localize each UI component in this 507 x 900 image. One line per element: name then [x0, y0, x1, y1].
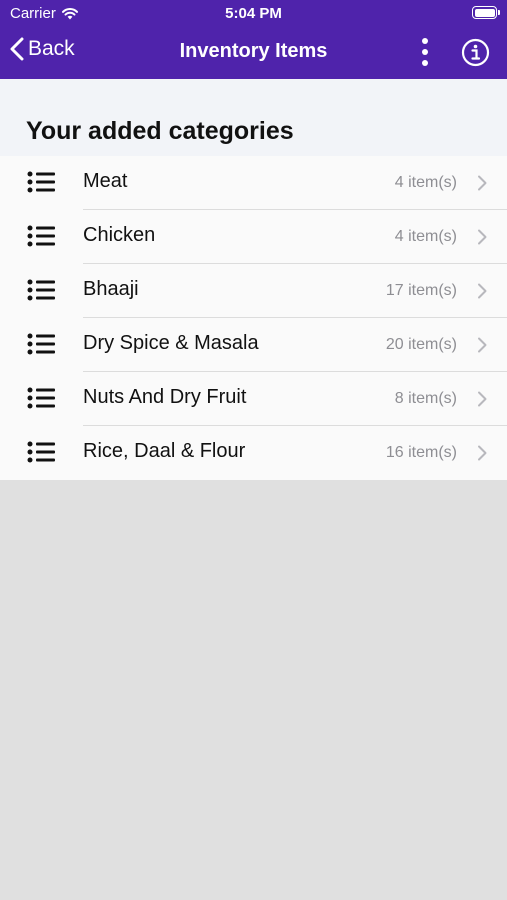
status-time: 5:04 PM	[225, 5, 282, 22]
chevron-right-icon	[478, 175, 487, 191]
category-item-count: 4 item(s)	[394, 174, 457, 191]
info-button[interactable]	[461, 38, 490, 67]
chevron-right-icon	[478, 391, 487, 407]
category-list: Meat 4 item(s) Chicken 4 item(s) Bhaaji …	[0, 156, 507, 480]
chevron-right-icon	[478, 229, 487, 245]
category-item-count: 20 item(s)	[385, 336, 457, 353]
category-item-count: 17 item(s)	[385, 282, 457, 299]
categories-panel: Your added categories Meat 4 item(s) Chi…	[0, 79, 507, 480]
back-label: Back	[28, 37, 75, 60]
app-header: Carrier 5:04 PM Back Inventory Items	[0, 0, 507, 79]
more-vertical-icon	[422, 38, 428, 66]
category-row[interactable]: Meat 4 item(s)	[0, 156, 507, 210]
list-icon	[27, 279, 55, 301]
navigation-bar: Back Inventory Items	[0, 28, 507, 79]
category-name: Meat	[83, 170, 128, 192]
category-row[interactable]: Dry Spice & Masala 20 item(s)	[0, 318, 507, 372]
more-options-button[interactable]	[414, 37, 436, 69]
chevron-left-icon	[10, 37, 24, 61]
category-row[interactable]: Chicken 4 item(s)	[0, 210, 507, 264]
category-name: Nuts And Dry Fruit	[83, 386, 247, 408]
list-icon	[27, 387, 55, 409]
category-name: Chicken	[83, 224, 156, 246]
section-title: Your added categories	[26, 117, 294, 145]
back-button[interactable]: Back	[10, 37, 75, 61]
list-icon	[27, 171, 55, 193]
battery-level	[474, 8, 495, 17]
category-item-count: 4 item(s)	[394, 228, 457, 245]
battery-icon	[472, 6, 500, 19]
category-row[interactable]: Bhaaji 17 item(s)	[0, 264, 507, 318]
info-icon	[461, 38, 490, 67]
category-name: Dry Spice & Masala	[83, 332, 259, 354]
chevron-right-icon	[478, 283, 487, 299]
status-bar: Carrier 5:04 PM	[0, 0, 507, 28]
category-name: Rice, Daal & Flour	[83, 440, 246, 462]
chevron-right-icon	[478, 337, 487, 353]
category-row[interactable]: Nuts And Dry Fruit 8 item(s)	[0, 372, 507, 426]
list-icon	[27, 441, 55, 463]
list-icon	[27, 225, 55, 247]
category-row[interactable]: Rice, Daal & Flour 16 item(s)	[0, 426, 507, 480]
list-icon	[27, 333, 55, 355]
category-item-count: 16 item(s)	[385, 444, 457, 461]
category-name: Bhaaji	[83, 278, 139, 300]
chevron-right-icon	[478, 445, 487, 461]
category-item-count: 8 item(s)	[394, 390, 457, 407]
